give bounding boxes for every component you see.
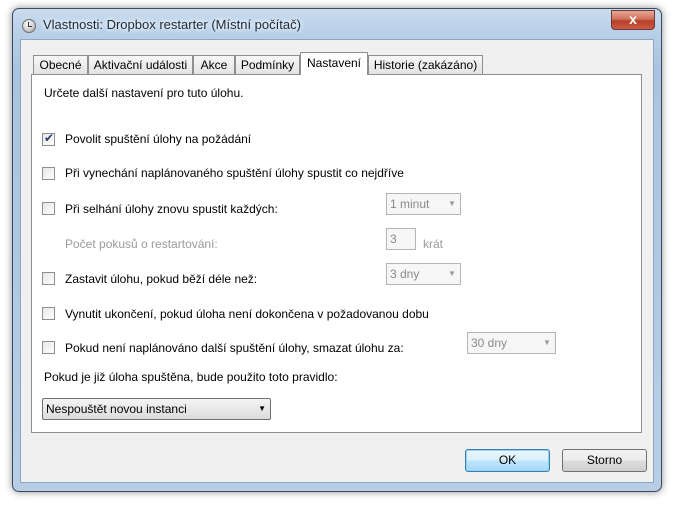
restart-on-fail-label: Při selhání úlohy znovu spustit každých: [65,202,278,216]
tab-history[interactable]: Historie (zakázáno) [368,55,483,74]
stop-after-combo[interactable]: 3 dny ▼ [386,263,461,285]
restart-interval-combo[interactable]: 1 minut ▼ [386,193,461,215]
delete-task-checkbox[interactable] [42,341,55,354]
restart-interval-value: 1 minut [390,197,430,211]
chevron-down-icon: ▼ [258,404,266,413]
dialog-panel: Obecné Aktivační události Akce Podmínky … [20,39,654,483]
delete-task-label: Pokud není naplánováno další spuštění úl… [65,341,404,355]
chevron-down-icon: ▼ [448,269,456,278]
chevron-down-icon: ▼ [448,199,456,208]
settings-content: Určete další nastavení pro tuto úlohu. P… [31,74,642,433]
delete-after-value: 30 dny [471,336,508,350]
title-bar[interactable]: Vlastnosti: Dropbox restarter (Místní po… [13,9,661,39]
tab-conditions[interactable]: Podmínky [235,55,300,74]
cancel-button[interactable]: Storno [562,449,647,472]
running-rule-label: Pokud je již úloha spuštěna, bude použit… [44,370,338,384]
tab-triggers[interactable]: Aktivační události [88,55,193,74]
allow-on-demand-checkbox[interactable] [42,131,55,146]
properties-window: Vlastnosti: Dropbox restarter (Místní po… [12,8,662,492]
run-asap-checkbox[interactable] [42,167,55,180]
running-rule-dropdown[interactable]: Nespouštět novou instanci ▼ [42,398,271,420]
force-stop-label: Vynutit ukončení, pokud úloha není dokon… [65,307,429,321]
stop-after-value: 3 dny [390,267,420,281]
running-rule-value: Nespouštět novou instanci [46,402,187,416]
tab-general[interactable]: Obecné [33,55,88,74]
chevron-down-icon: ▼ [543,338,551,347]
restart-attempts-label: Počet pokusů o restartování: [65,237,218,251]
clock-icon [22,19,36,33]
restart-attempts-input[interactable]: 3 [386,228,416,250]
tab-actions[interactable]: Akce [193,55,235,74]
stop-if-longer-label: Zastavit úlohu, pokud běží déle než: [65,272,258,286]
close-button[interactable]: x [611,10,655,30]
restart-attempts-unit: krát [423,237,444,251]
force-stop-checkbox[interactable] [42,307,55,320]
intro-text: Určete další nastavení pro tuto úlohu. [44,86,244,100]
run-asap-label: Při vynechání naplánovaného spuštění úlo… [65,166,404,180]
window-title: Vlastnosti: Dropbox restarter (Místní po… [43,17,301,32]
allow-on-demand-label: Povolit spuštění úlohy na požádání [65,132,252,146]
restart-on-fail-checkbox[interactable] [42,202,55,215]
ok-button[interactable]: OK [465,449,550,472]
tab-settings[interactable]: Nastavení [300,52,368,75]
stop-if-longer-checkbox[interactable] [42,272,55,285]
delete-after-combo[interactable]: 30 dny ▼ [467,332,556,354]
